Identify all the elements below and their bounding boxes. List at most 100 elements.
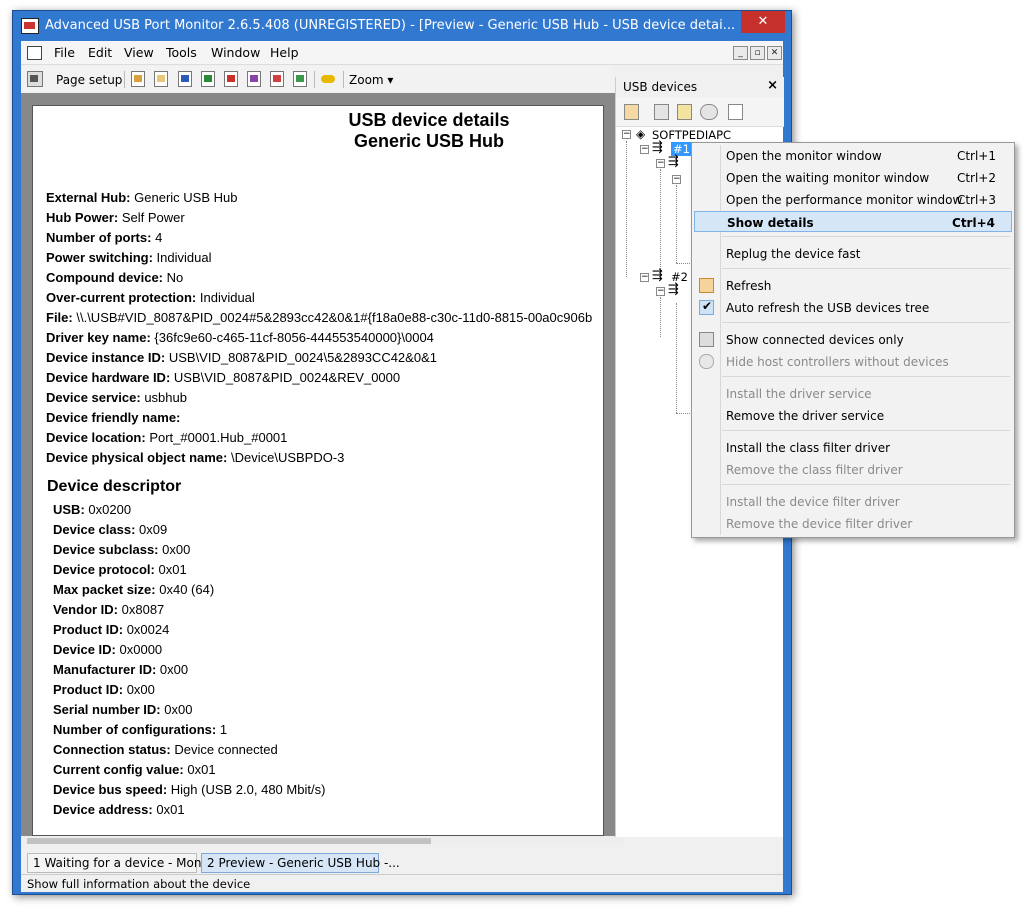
tree-collapse-toggle[interactable]: −: [656, 159, 665, 168]
descriptor-row: Number of configurations: 1: [53, 722, 227, 737]
document-icon[interactable]: [27, 46, 42, 60]
menu-tools[interactable]: Tools: [166, 45, 197, 60]
menu-item-label: Remove the device filter driver: [726, 517, 913, 531]
copy-icon[interactable]: [154, 71, 168, 87]
menu-item-label: Auto refresh the USB devices tree: [726, 301, 930, 315]
menu-item-refresh[interactable]: Refresh: [694, 275, 1012, 296]
descriptor-value: 0x0024: [126, 622, 170, 637]
page-setup-button[interactable]: Page setup: [56, 73, 122, 87]
tree-collapse-toggle[interactable]: −: [640, 145, 649, 154]
connected-devices-icon[interactable]: [654, 104, 669, 120]
menu-window[interactable]: Window: [211, 45, 260, 60]
image-export-icon[interactable]: [270, 71, 284, 87]
horizontal-scrollbar[interactable]: [21, 836, 624, 845]
window-tabs: 1 Waiting for a device - Moni... 2 Previ…: [21, 850, 783, 874]
descriptor-row: Device protocol: 0x01: [53, 562, 187, 577]
clipboard-icon[interactable]: [131, 71, 145, 87]
tree-collapse-toggle[interactable]: −: [622, 130, 631, 139]
menu-separator: [722, 268, 1010, 269]
field-row: Device physical object name: \Device\USB…: [46, 450, 344, 465]
refresh-icon: [699, 278, 714, 293]
tab-preview[interactable]: 2 Preview - Generic USB Hub -...: [201, 853, 400, 873]
descriptor-row: Serial number ID: 0x00: [53, 702, 192, 717]
field-row: File: \\.\USB#VID_8087&PID_0024#5&2893cc…: [46, 310, 592, 325]
tree-collapse-toggle[interactable]: −: [640, 273, 649, 282]
field-value: USB\VID_8087&PID_0024&REV_0000: [173, 370, 401, 385]
tree-collapse-toggle[interactable]: −: [672, 175, 681, 184]
field-label: External Hub:: [46, 190, 131, 205]
menu-item-remove-driver-service[interactable]: Remove the driver service: [694, 405, 1012, 426]
preview-area: USB device details Generic USB Hub Exter…: [21, 93, 615, 836]
descriptor-label: Device ID:: [53, 642, 116, 657]
menu-item-auto-refresh[interactable]: ✔ Auto refresh the USB devices tree: [694, 297, 1012, 318]
menu-item-open-performance-monitor[interactable]: Open the performance monitor window Ctrl+…: [694, 189, 1012, 210]
descriptor-label: Number of configurations:: [53, 722, 217, 737]
text-export-icon[interactable]: [293, 71, 307, 87]
descriptor-value: 1: [219, 722, 228, 737]
descriptor-row: Max packet size: 0x40 (64): [53, 582, 214, 597]
usb-hub-icon: ⇶: [668, 154, 679, 169]
descriptor-label: Device subclass:: [53, 542, 159, 557]
descriptor-row: Device subclass: 0x00: [53, 542, 190, 557]
usb-icon: ⇶: [652, 140, 663, 155]
refresh-icon[interactable]: [624, 104, 639, 120]
descriptor-value: 0x00: [159, 662, 189, 677]
menu-item-replug-device[interactable]: Replug the device fast: [694, 243, 1012, 264]
toolbar-separator: [314, 71, 315, 88]
descriptor-label: Max packet size:: [53, 582, 156, 597]
field-row: External Hub: Generic USB Hub: [46, 190, 237, 205]
field-value: usbhub: [144, 390, 187, 405]
menu-item-show-connected-only[interactable]: Show connected devices only: [694, 329, 1012, 350]
descriptor-value: 0x40 (64): [159, 582, 215, 597]
descriptor-label: Current config value:: [53, 762, 184, 777]
menu-item-install-class-filter[interactable]: Install the class filter driver: [694, 437, 1012, 458]
client-area: File Edit View Tools Window Help _ ▫ ✕ P…: [21, 41, 784, 892]
field-row: Device location: Port_#0001.Hub_#0001: [46, 430, 287, 445]
field-label: Compound device:: [46, 270, 164, 285]
field-value: No: [166, 270, 184, 285]
mdi-minimize-button[interactable]: _: [733, 46, 748, 60]
tab-waiting-monitor[interactable]: 1 Waiting for a device - Moni...: [27, 853, 216, 873]
menu-item-open-waiting-monitor[interactable]: Open the waiting monitor window Ctrl+2: [694, 167, 1012, 188]
descriptor-row: Device bus speed: High (USB 2.0, 480 Mbi…: [53, 782, 325, 797]
menu-file[interactable]: File: [54, 45, 75, 60]
menu-item-label: Remove the class filter driver: [726, 463, 903, 477]
mdi-restore-button[interactable]: ▫: [750, 46, 765, 60]
field-value: \Device\USBPDO-3: [230, 450, 345, 465]
tree-line: [676, 303, 677, 413]
menu-item-remove-device-filter: Remove the device filter driver: [694, 513, 1012, 534]
title-bar[interactable]: Advanced USB Port Monitor 2.6.5.408 (UNR…: [13, 11, 791, 41]
descriptor-label: Serial number ID:: [53, 702, 161, 717]
printer-icon[interactable]: [27, 71, 43, 87]
html-export-icon[interactable]: [247, 71, 261, 87]
descriptor-value: 0x00: [126, 682, 155, 697]
menu-item-show-details[interactable]: Show details Ctrl+4: [694, 211, 1012, 232]
field-value: Individual: [156, 250, 212, 265]
field-value: Self Power: [121, 210, 185, 225]
close-button[interactable]: ✕: [741, 11, 785, 33]
host-controller-icon[interactable]: [700, 104, 718, 120]
word-export-icon[interactable]: [178, 71, 192, 87]
menu-item-label: Open the waiting monitor window: [726, 171, 930, 185]
horizontal-scroll-thumb[interactable]: [27, 838, 431, 844]
zoom-dropdown[interactable]: Zoom ▾: [349, 73, 393, 87]
status-text: Show full information about the device: [27, 877, 251, 891]
descriptor-row: Manufacturer ID: 0x00: [53, 662, 188, 677]
device-warning-icon[interactable]: [677, 104, 692, 120]
menu-item-open-monitor[interactable]: Open the monitor window Ctrl+1: [694, 145, 1012, 166]
send-icon[interactable]: [320, 71, 338, 87]
menu-edit[interactable]: Edit: [88, 45, 112, 60]
pdf-export-icon[interactable]: [224, 71, 238, 87]
descriptor-value: 0x00: [164, 702, 193, 717]
descriptor-label: Device class:: [53, 522, 136, 537]
panel-close-button[interactable]: ×: [767, 78, 778, 93]
tree-node-root[interactable]: SOFTPEDIAPC: [652, 128, 731, 142]
menu-help[interactable]: Help: [270, 45, 299, 60]
tree-collapse-toggle[interactable]: −: [656, 287, 665, 296]
list-view-icon[interactable]: [728, 104, 743, 120]
excel-export-icon[interactable]: [201, 71, 215, 87]
mdi-close-button[interactable]: ✕: [767, 46, 782, 60]
menu-item-remove-class-filter: Remove the class filter driver: [694, 459, 1012, 480]
menu-view[interactable]: View: [124, 45, 154, 60]
menu-separator: [722, 484, 1010, 485]
